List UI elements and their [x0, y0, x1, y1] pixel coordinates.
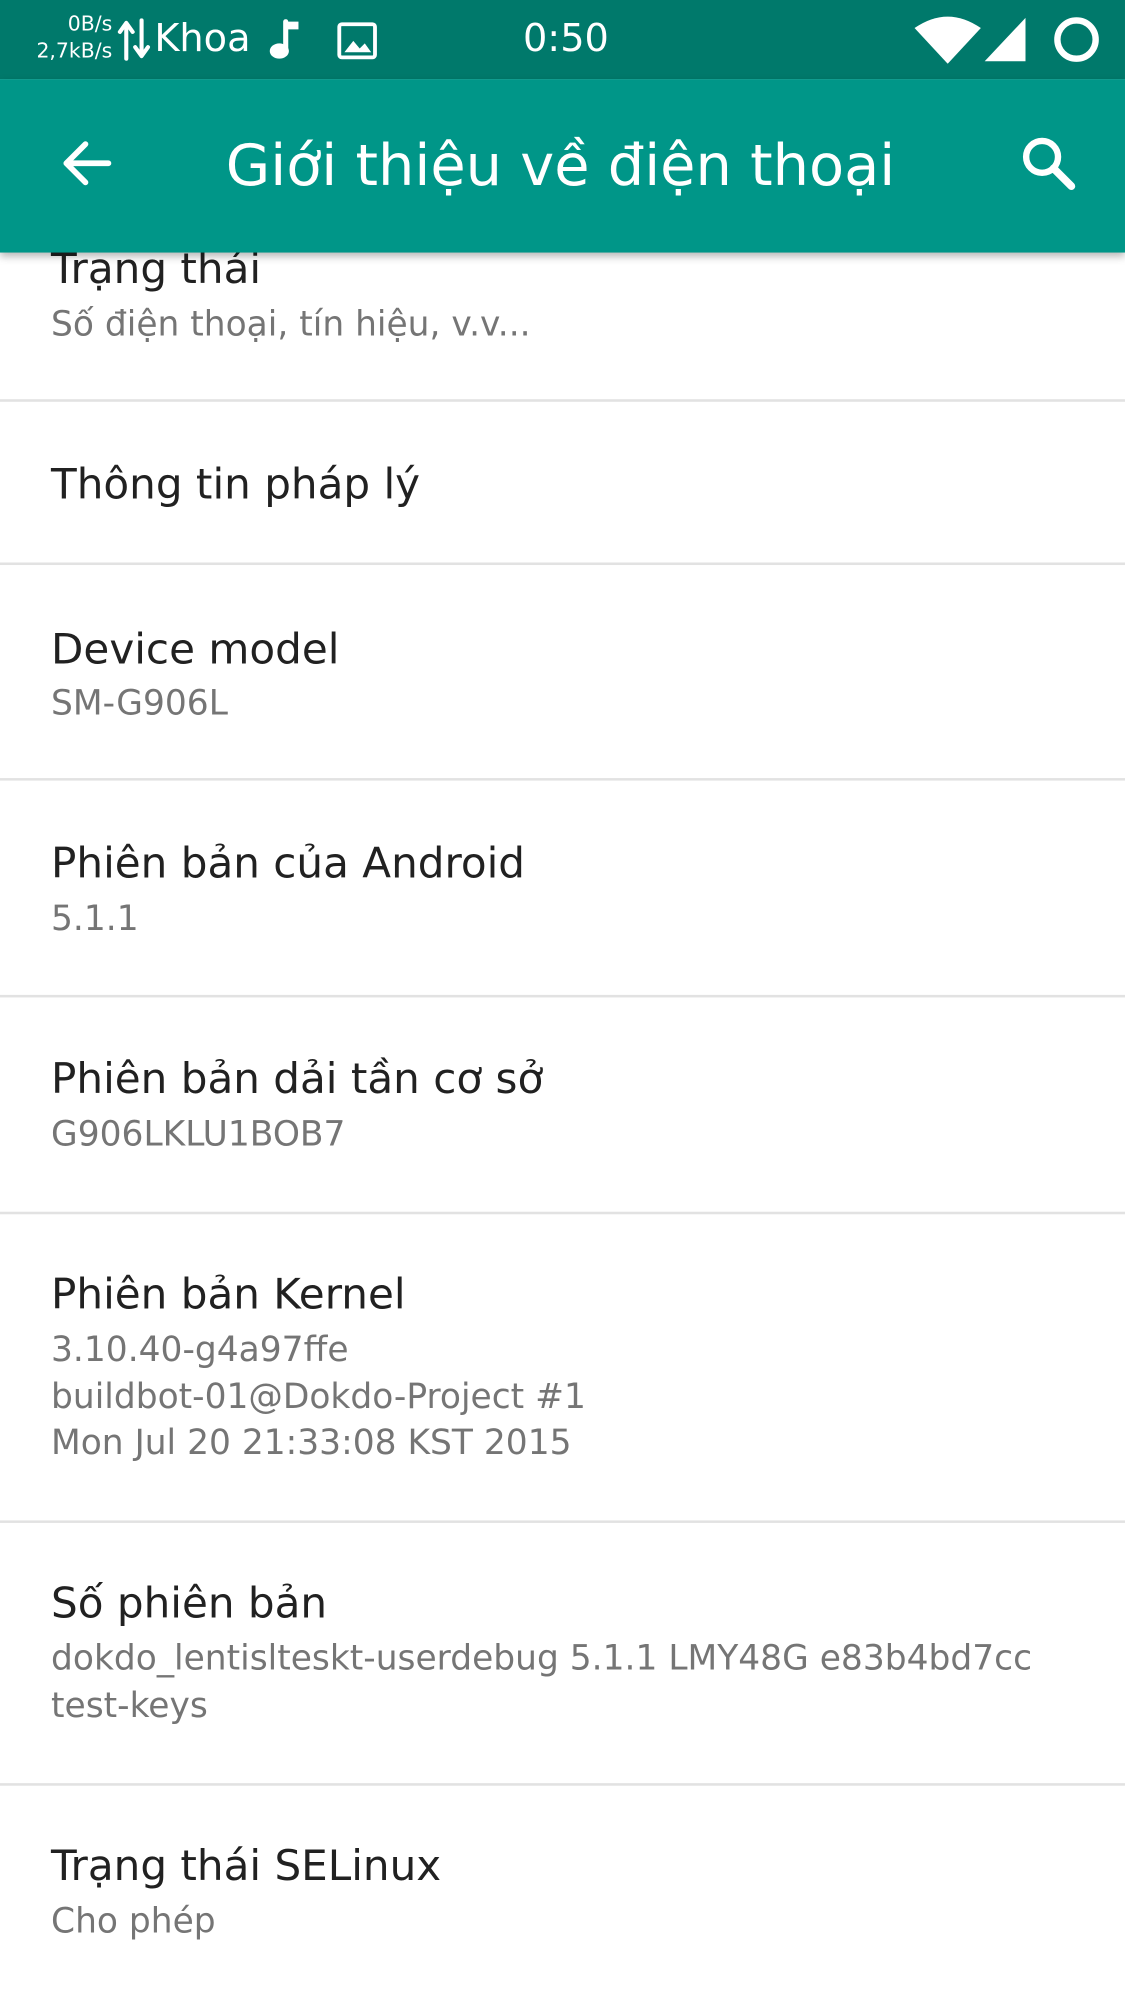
list-item-selinux-status[interactable]: Trạng thái SELinux Cho phép — [0, 1786, 1125, 2000]
list-item-summary: Số điện thoại, tín hiệu, v.v... — [51, 304, 531, 345]
list-item-summary: G906LKLU1BOB7 — [51, 1114, 346, 1155]
app-bar: Giới thiệu về điện thoại — [0, 79, 1125, 253]
list-item-title: Trạng thái SELinux — [51, 1840, 442, 1891]
list-item-summary: 3.10.40-g4a97ffe buildbot-01@Dokdo-Proje… — [51, 1330, 586, 1463]
list-item-summary: dokdo_lentislteskt-userdebug 5.1.1 LMY48… — [51, 1639, 1033, 1726]
list-item-title: Phiên bản dải tần cơ sở — [51, 1053, 544, 1104]
list-item-legal-info[interactable]: Thông tin pháp lý — [0, 402, 1125, 563]
search-button[interactable] — [997, 115, 1099, 217]
back-button[interactable] — [36, 115, 138, 217]
list-item-title: Phiên bản Kernel — [51, 1269, 406, 1319]
search-icon — [1019, 134, 1078, 198]
list-item-title: Phiên bản của Android — [51, 838, 526, 888]
list-item-device-model[interactable]: Device model SM-G906L — [0, 565, 1125, 778]
settings-list[interactable]: Trạng thái Số điện thoại, tín hiệu, v.v.… — [0, 0, 1125, 2000]
list-item-summary: SM-G906L — [51, 683, 228, 724]
list-item-title: Device model — [51, 623, 340, 674]
list-item-title: Số phiên bản — [51, 1577, 328, 1628]
list-item-title: Thông tin pháp lý — [51, 459, 421, 509]
list-item-summary: Cho phép — [51, 1901, 216, 1942]
list-item-status[interactable]: Trạng thái Số điện thoại, tín hiệu, v.v.… — [0, 236, 1125, 399]
arrow-back-icon — [60, 136, 114, 195]
screen: Trạng thái Số điện thoại, tín hiệu, v.v.… — [0, 0, 1125, 2000]
list-item-kernel-version[interactable]: Phiên bản Kernel 3.10.40-g4a97ffe buildb… — [0, 1214, 1125, 1520]
list-item-android-version[interactable]: Phiên bản của Android 5.1.1 — [0, 781, 1125, 995]
list-item-summary: 5.1.1 — [51, 899, 139, 939]
page-title: Giới thiệu về điện thoại — [225, 131, 896, 199]
list-item-build-number[interactable]: Số phiên bản dokdo_lentislteskt-userdebu… — [0, 1523, 1125, 1783]
list-item-baseband-version[interactable]: Phiên bản dải tần cơ sở G906LKLU1BOB7 — [0, 997, 1125, 1211]
